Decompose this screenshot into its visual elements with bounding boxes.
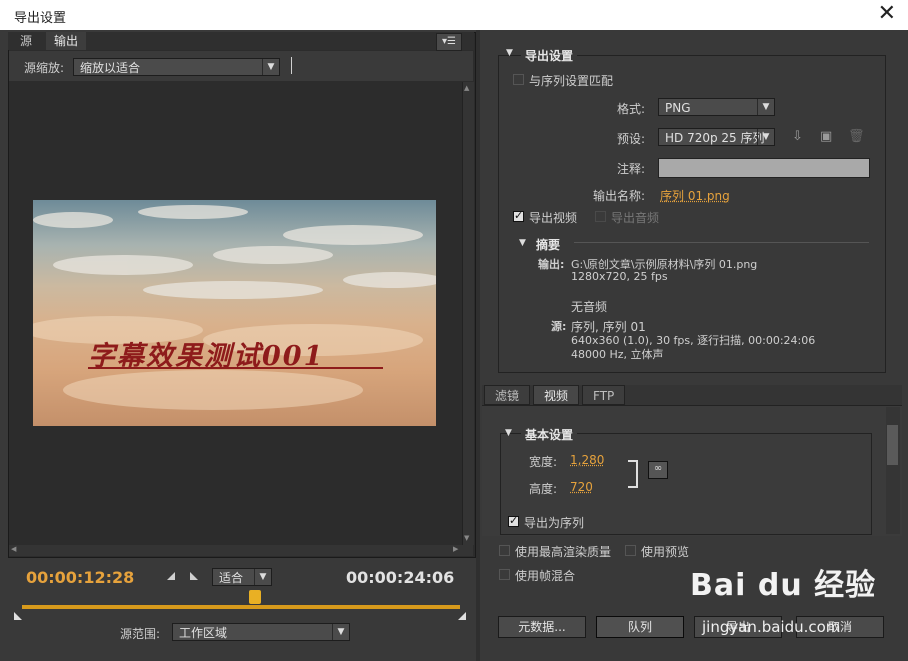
summary-output-spec: 1280x720, 25 fps [571,270,668,283]
window-title: 导出设置 [14,11,67,26]
video-caption: 字幕效果测试001 [88,341,325,372]
summary-title: 摘要 [536,238,561,252]
out-point-marker-icon[interactable] [458,612,466,620]
summary-output-label: 输出: [538,258,565,271]
cloud-sky-image [33,205,436,410]
source-range-label: 源范围: [120,627,161,641]
title-bar: 导出设置 ✕ [0,0,908,30]
in-point-marker-icon[interactable] [14,612,22,620]
chevron-down-icon: ▼ [254,569,271,585]
save-preset-icon[interactable]: ⇩ [792,129,803,144]
use-preview-checkbox[interactable] [625,545,636,556]
scroll-left-icon[interactable]: ◀ [11,545,16,553]
tab-filters[interactable]: 滤镜 [484,385,531,405]
baidu-watermark-url: jingyan.baidu.com [702,618,841,636]
height-label: 高度: [529,482,558,496]
scroll-down-icon[interactable]: ▼ [464,534,469,542]
set-in-point-icon[interactable] [167,572,175,580]
set-out-point-icon[interactable] [190,572,198,580]
video-preview: 字幕效果测试001 [33,200,436,426]
preset-label: 预设: [617,132,646,146]
import-preset-icon[interactable]: ▣ [820,129,832,144]
link-icon[interactable]: ∞ [648,461,668,479]
summary-output-audio: 无音频 [571,300,608,314]
source-scale-label: 源缩放: [24,61,65,75]
frame-blend-checkbox[interactable] [499,569,510,580]
timeline-bar[interactable] [22,605,460,609]
baidu-watermark-logo: Bai du 经验 [690,568,877,603]
summary-divider [574,242,869,243]
max-render-label: 使用最高渲染质量 [515,545,612,559]
export-as-sequence-checkbox[interactable] [508,514,519,527]
preview-horizontal-scrollbar[interactable]: ◀ ▶ [9,545,473,556]
output-name-link[interactable]: 序列 01.png [660,187,730,204]
source-scale-value: 缩放以适合 [80,61,141,75]
comment-input[interactable] [658,158,870,178]
export-as-sequence-label: 导出为序列 [524,516,585,530]
collapse-icon[interactable]: ▼ [506,48,513,58]
tab-video[interactable]: 视频 [533,385,580,405]
chevron-down-icon: ▼ [757,129,774,145]
source-range-dropdown[interactable]: 工作区域 ▼ [172,623,350,641]
zoom-value: 适合 [219,571,244,585]
format-value: PNG [665,101,691,115]
settings-scrollbar-thumb[interactable] [887,425,898,465]
preview-vertical-scrollbar[interactable]: ▲ ▼ [462,82,474,545]
tab-ftp[interactable]: FTP [582,385,626,405]
scroll-up-icon[interactable]: ▲ [464,84,469,92]
format-label: 格式: [617,102,646,116]
match-sequence-checkbox[interactable] [513,74,524,85]
zoom-dropdown[interactable]: 适合 ▼ [212,568,272,586]
export-settings-title: 导出设置 [521,47,578,64]
frame-blend-label: 使用帧混合 [515,569,576,583]
preview-toolbar: 源缩放: 缩放以适合 ▼ [9,51,473,81]
summary-source-audio: 48000 Hz, 立体声 [571,348,664,361]
export-audio-checkbox[interactable] [595,211,606,222]
export-video-label: 导出视频 [529,211,578,225]
queue-button[interactable]: 队列 [596,616,684,638]
match-sequence-label: 与序列设置匹配 [529,74,614,88]
preset-dropdown[interactable]: HD 720p 25 序列 ▼ [658,128,775,146]
link-bracket [628,460,638,488]
width-label: 宽度: [529,455,558,469]
chevron-down-icon: ▼ [262,59,279,75]
summary-source-label: 源: [551,320,567,333]
comment-label: 注释: [617,162,646,176]
use-preview-label: 使用预览 [641,545,690,559]
tab-source[interactable]: 源 [12,32,40,50]
tab-output[interactable]: 输出 [46,32,87,50]
export-video-checkbox[interactable] [513,209,524,222]
basic-settings-title: 基本设置 [521,426,578,443]
format-dropdown[interactable]: PNG ▼ [658,98,775,116]
chevron-down-icon: ▼ [757,99,774,115]
delete-preset-icon[interactable]: 🗑 [848,129,865,144]
panel-menu-icon[interactable]: ▾☰ [436,33,462,51]
height-value[interactable]: 720 [570,480,593,494]
metadata-button[interactable]: 元数据... [498,616,586,638]
max-render-checkbox[interactable] [499,545,510,556]
width-value[interactable]: 1,280 [570,453,604,467]
source-range-value: 工作区域 [179,626,228,640]
basic-collapse-icon[interactable]: ▼ [505,428,512,438]
text-cursor [291,57,292,74]
total-timecode: 00:00:24:06 [346,568,455,587]
chevron-down-icon: ▼ [332,624,349,640]
preset-value: HD 720p 25 序列 [665,131,765,145]
export-audio-label: 导出音频 [611,211,660,225]
panel-divider[interactable] [476,30,480,661]
close-icon[interactable]: ✕ [878,2,896,26]
current-timecode[interactable]: 00:00:12:28 [26,568,134,587]
scroll-right-icon[interactable]: ▶ [453,545,458,553]
output-name-label: 输出名称: [593,189,646,203]
playhead-handle[interactable] [249,590,261,604]
source-scale-dropdown[interactable]: 缩放以适合 ▼ [73,58,280,76]
summary-collapse-icon[interactable]: ▼ [519,238,526,248]
